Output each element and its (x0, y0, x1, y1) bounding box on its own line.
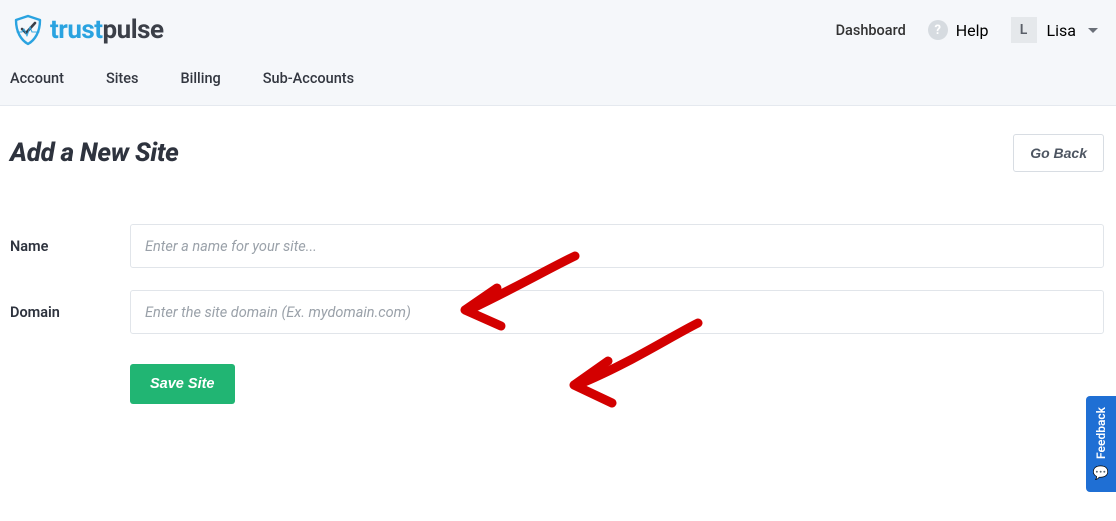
feedback-tab[interactable]: Feedback 💬 (1086, 396, 1116, 492)
avatar: L (1011, 17, 1037, 43)
topbar: trustpulse Dashboard ? Help L Lisa Accou… (0, 0, 1116, 106)
subnav: Account Sites Billing Sub-Accounts (0, 56, 1116, 105)
help-icon: ? (928, 20, 948, 40)
help-label: Help (956, 21, 989, 40)
user-name: Lisa (1047, 21, 1076, 40)
subnav-billing[interactable]: Billing (181, 70, 221, 87)
site-domain-input[interactable] (130, 290, 1104, 334)
domain-label: Domain (10, 304, 130, 321)
site-name-input[interactable] (130, 224, 1104, 268)
chat-icon: 💬 (1093, 466, 1109, 481)
user-menu[interactable]: L Lisa (1011, 17, 1098, 43)
go-back-button[interactable]: Go Back (1013, 134, 1104, 172)
nav-dashboard[interactable]: Dashboard (836, 22, 906, 39)
subnav-sites[interactable]: Sites (106, 70, 139, 87)
page-title: Add a New Site (10, 138, 179, 168)
brand-logo[interactable]: trustpulse (12, 14, 164, 46)
feedback-label: Feedback (1094, 407, 1108, 459)
page-content: Add a New Site Go Back Name Domain Save … (0, 106, 1116, 424)
shield-check-icon (12, 14, 44, 46)
subnav-subaccounts[interactable]: Sub-Accounts (263, 70, 354, 87)
subnav-account[interactable]: Account (10, 70, 64, 87)
save-site-button[interactable]: Save Site (130, 364, 235, 404)
name-label: Name (10, 238, 130, 255)
chevron-down-icon (1088, 28, 1098, 33)
brand-wordmark: trustpulse (50, 15, 164, 45)
help-link[interactable]: ? Help (928, 20, 989, 40)
